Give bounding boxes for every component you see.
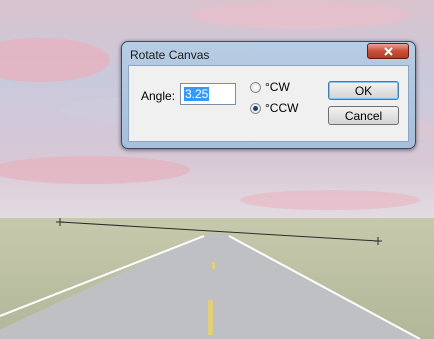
rotate-canvas-dialog: Rotate Canvas Angle: 3.25 °CW °CCW OK Ca… [121,41,416,149]
angle-input[interactable]: 3.25 [180,83,236,105]
close-button[interactable] [367,43,409,59]
radio-ccw[interactable]: °CCW [250,101,298,115]
close-x-icon [383,46,393,56]
radio-cw[interactable]: °CW [250,80,290,94]
dialog-title: Rotate Canvas [130,48,210,62]
cancel-button[interactable]: Cancel [328,106,399,125]
radio-cw-button[interactable] [250,81,261,93]
dialog-body: Angle: 3.25 °CW °CCW OK Cancel [128,65,409,142]
radio-ccw-button[interactable] [250,102,261,114]
angle-value: 3.25 [184,87,210,101]
radio-selected-dot [253,105,258,111]
ok-button[interactable]: OK [328,81,399,100]
radio-cw-label: °CW [265,80,290,94]
radio-ccw-label: °CCW [265,101,299,115]
dialog-titlebar[interactable]: Rotate Canvas [122,42,415,65]
angle-label: Angle: [141,89,176,103]
